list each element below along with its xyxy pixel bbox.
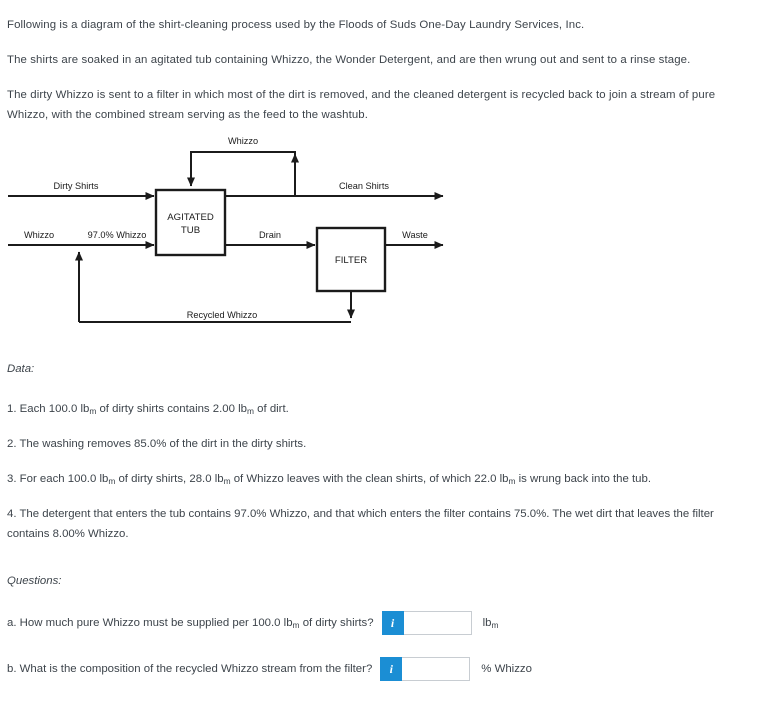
stream-label-waste: Waste — [402, 230, 428, 240]
answer-unit-a-sub: m — [491, 619, 499, 630]
question-a-text-sub: m — [292, 619, 300, 630]
intro-paragraph-3: The dirty Whizzo is sent to a filter in … — [7, 89, 716, 121]
answer-unit-b: % Whizzo — [481, 663, 532, 675]
data-item-1-post: of dirt. — [253, 403, 289, 415]
problem-page: Following is a diagram of the shirt-clea… — [0, 0, 765, 709]
answer-input-b[interactable] — [402, 657, 471, 681]
question-row-b: b. What is the composition of the recycl… — [7, 656, 532, 682]
intro-paragraph-1: Following is a diagram of the shirt-clea… — [7, 19, 585, 31]
data-item-1-mid: of dirty shirts contains 2.00 lb — [96, 403, 247, 415]
answer-unit-b-pre: % Whizzo — [481, 663, 532, 675]
info-icon-a[interactable]: i — [381, 611, 404, 635]
info-icon-b[interactable]: i — [380, 657, 403, 681]
unit-filter-label: FILTER — [335, 255, 367, 266]
question-a-text: a. How much pure Whizzo must be supplied… — [7, 617, 374, 630]
unit-agitated-tub-label-line1: AGITATED — [167, 212, 214, 223]
answer-group-b: i — [380, 657, 471, 681]
answer-unit-a: lbm — [483, 617, 499, 630]
data-item-4-pre: 4. The detergent that enters the tub con… — [7, 508, 714, 540]
stream-label-recycled-whizzo: Recycled Whizzo — [187, 310, 257, 320]
data-item-1-sub2: m — [247, 405, 254, 416]
data-section-heading: Data: — [7, 363, 35, 375]
stream-label-whizzo-recycle-top: Whizzo — [228, 136, 258, 146]
stream-label-drain: Drain — [259, 230, 281, 240]
data-item-3-post2: is wrung back into the tub. — [515, 473, 651, 485]
stream-label-clean-shirts: Clean Shirts — [339, 181, 389, 191]
questions-section-heading: Questions: — [7, 575, 62, 587]
data-item-3-post: of Whizzo leaves with the clean shirts, … — [230, 473, 509, 485]
data-item-3-mid: of dirty shirts, 28.0 lb — [115, 473, 224, 485]
stream-label-dirty-shirts: Dirty Shirts — [54, 181, 99, 191]
data-item-4: 4. The detergent that enters the tub con… — [7, 504, 755, 544]
data-item-3: 3. For each 100.0 lb m of dirty shirts, 2… — [7, 469, 755, 491]
question-b-text: b. What is the composition of the recycl… — [7, 663, 372, 675]
question-a-text-pre: a. How much pure Whizzo must be supplied… — [7, 616, 293, 629]
question-b-text-pre: b. What is the composition of the recycl… — [7, 663, 373, 675]
data-item-1-pre: 1. Each 100.0 lb — [7, 403, 90, 415]
data-item-2: 2. The washing removes 85.0% of the dirt… — [7, 434, 755, 454]
question-row-a: a. How much pure Whizzo must be supplied… — [7, 610, 498, 636]
answer-group-a: i — [381, 611, 472, 635]
unit-agitated-tub-label-line2: TUB — [181, 225, 200, 236]
data-item-2-pre: 2. The washing removes 85.0% of the dirt… — [7, 438, 307, 450]
question-a-text-post: of dirty shirts? — [299, 616, 374, 629]
answer-input-a[interactable] — [403, 611, 472, 635]
data-item-1: 1. Each 100.0 lb m of dirty shirts contai… — [7, 399, 755, 421]
intro-paragraph-2: The shirts are soaked in an agitated tub… — [7, 54, 691, 66]
process-flow-diagram: AGITATED TUB FILTER Whizzo Dirty Shirts … — [0, 128, 470, 343]
stream-label-mixed-feed: 97.0% Whizzo — [88, 230, 147, 240]
stream-label-whizzo-feed: Whizzo — [24, 230, 54, 240]
data-item-3-sub2: m — [223, 475, 231, 486]
data-item-3-pre: 3. For each 100.0 lb — [7, 473, 109, 485]
